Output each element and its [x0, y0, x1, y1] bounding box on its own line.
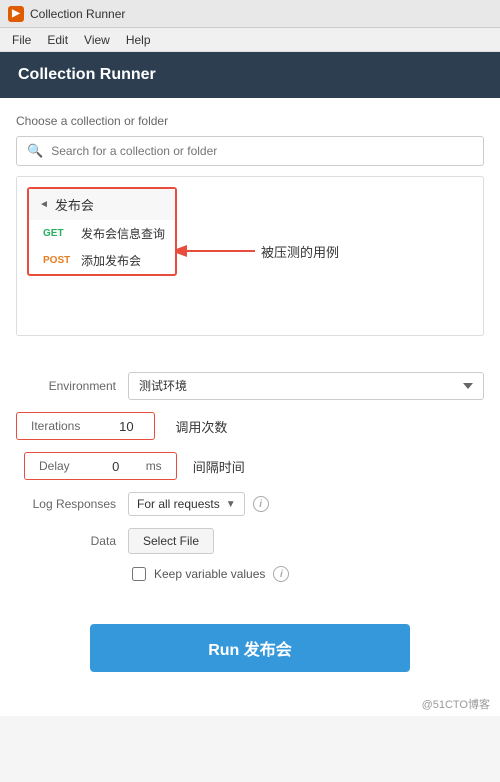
menu-edit[interactable]: Edit: [39, 31, 76, 49]
choose-label: Choose a collection or folder: [16, 114, 484, 128]
delay-label: Delay: [33, 457, 76, 475]
data-label: Data: [16, 534, 116, 548]
run-button[interactable]: Run 发布会: [90, 624, 410, 672]
log-info-icon: i: [253, 496, 269, 512]
iterations-input[interactable]: [106, 419, 146, 434]
title-bar: ▶ Collection Runner: [0, 0, 500, 28]
main-content: Choose a collection or folder 🔍 ◄ 发布会 GE…: [0, 98, 500, 360]
log-row: Log Responses For all requests ▼ i: [16, 492, 484, 516]
iterations-row: Iterations 调用次数: [16, 412, 484, 440]
collection-dropdown: ◄ 发布会 GET 发布会信息查询 POST 添加发布会: [16, 176, 484, 336]
menu-file[interactable]: File: [4, 31, 39, 49]
app-header: Collection Runner: [0, 52, 500, 98]
iterations-label: Iterations: [25, 417, 86, 435]
delay-box: Delay ms: [24, 452, 177, 480]
log-dropdown-arrow: ▼: [226, 499, 236, 510]
search-icon: 🔍: [27, 143, 43, 159]
triangle-icon: ◄: [39, 199, 49, 210]
keep-variable-row: Keep variable values i: [16, 566, 484, 582]
collection-header[interactable]: ◄ 发布会: [29, 189, 175, 220]
environment-select[interactable]: 测试环境 生产环境 开发环境: [128, 372, 484, 400]
log-select[interactable]: For all requests ▼: [128, 492, 245, 516]
environment-row: Environment 测试环境 生产环境 开发环境: [16, 372, 484, 400]
item-label-2: 添加发布会: [81, 252, 141, 269]
item-label-1: 发布会信息查询: [81, 225, 165, 242]
menu-help[interactable]: Help: [118, 31, 159, 49]
red-arrow-svg: [177, 237, 257, 265]
log-select-text: For all requests: [137, 497, 220, 511]
select-file-button[interactable]: Select File: [128, 528, 214, 554]
keep-variable-checkbox[interactable]: [132, 567, 146, 581]
method-post-2: POST: [43, 255, 75, 266]
arrow-annotation: 被压测的用例: [177, 237, 339, 265]
footer: @51CTO博客: [0, 692, 500, 716]
delay-annotation: 间隔时间: [193, 457, 245, 476]
log-label: Log Responses: [16, 497, 116, 511]
keep-variable-label: Keep variable values: [154, 567, 265, 581]
collection-item-2[interactable]: POST 添加发布会: [29, 247, 175, 274]
iterations-box: Iterations: [16, 412, 155, 440]
title-bar-title: Collection Runner: [30, 7, 125, 21]
menu-view[interactable]: View: [76, 31, 118, 49]
app-header-title: Collection Runner: [18, 66, 156, 83]
collection-area: ◄ 发布会 GET 发布会信息查询 POST 添加发布会: [16, 176, 484, 336]
app-icon: ▶: [8, 6, 24, 22]
collection-item-1[interactable]: GET 发布会信息查询: [29, 220, 175, 247]
delay-input[interactable]: [96, 459, 136, 474]
footer-text: @51CTO博客: [422, 699, 490, 711]
annotation-text: 被压测的用例: [261, 242, 339, 261]
delay-unit: ms: [140, 457, 168, 475]
keep-variable-info-icon: i: [273, 566, 289, 582]
search-input[interactable]: [51, 144, 473, 158]
method-get-1: GET: [43, 228, 75, 239]
run-section: Run 发布会: [0, 614, 500, 692]
iterations-annotation: 调用次数: [175, 417, 227, 436]
data-row: Data Select File: [16, 528, 484, 554]
form-section: Environment 测试环境 生产环境 开发环境 Iterations 调用…: [0, 360, 500, 614]
collection-name: 发布会: [55, 195, 94, 214]
menu-bar: File Edit View Help: [0, 28, 500, 52]
delay-row: Delay ms 间隔时间: [16, 452, 484, 480]
collection-inner: ◄ 发布会 GET 发布会信息查询 POST 添加发布会: [27, 187, 177, 276]
search-box[interactable]: 🔍: [16, 136, 484, 166]
environment-label: Environment: [16, 379, 116, 393]
